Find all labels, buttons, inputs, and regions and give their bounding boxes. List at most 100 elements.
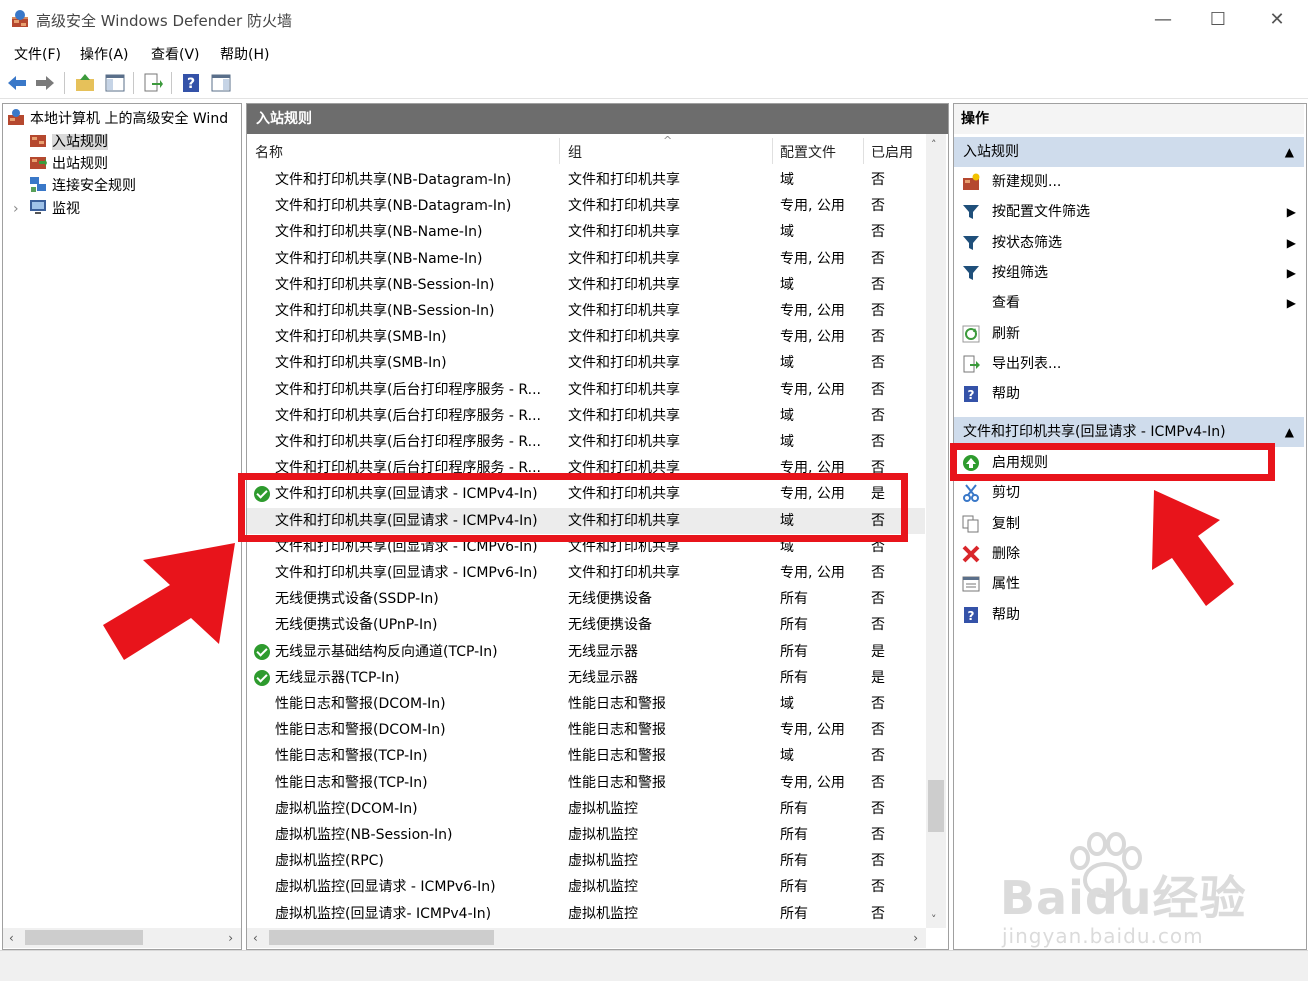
table-row[interactable]: 性能日志和警报(DCOM-In) 性能日志和警报 专用, 公用 否: [247, 717, 925, 743]
rule-group-cell: 无线便携设备: [568, 591, 652, 608]
help-icon: ?: [964, 386, 978, 403]
tree-item-monitoring[interactable]: 监视: [29, 198, 80, 220]
rule-profile-cell: 域: [780, 172, 794, 188]
action-item[interactable]: ? 帮助: [954, 380, 1304, 408]
left-horizontal-scrollbar[interactable]: ‹ ›: [3, 928, 241, 948]
action-item[interactable]: 按组筛选 ▶: [954, 259, 1304, 287]
rule-group-cell: 文件和打印机共享: [568, 224, 680, 241]
filter-icon: [963, 235, 979, 250]
table-row[interactable]: 文件和打印机共享(回显请求 - ICMPv6-In) 文件和打印机共享 专用, 公用…: [247, 560, 925, 586]
collapse-icon[interactable]: ▲: [1285, 417, 1294, 447]
action-item[interactable]: 按状态筛选 ▶: [954, 229, 1304, 257]
action-item[interactable]: 属性: [954, 570, 1304, 598]
action-item[interactable]: 剪切: [954, 479, 1304, 507]
table-row[interactable]: 文件和打印机共享(NB-Session-In) 文件和打印机共享 域 否: [247, 272, 925, 298]
rule-profile-cell: 所有: [780, 800, 808, 817]
rule-enabled-cell: 否: [871, 696, 885, 712]
scroll-thumb[interactable]: [25, 930, 143, 945]
rule-group-cell: 文件和打印机共享: [568, 434, 680, 450]
rule-name-cell: 性能日志和警报(DCOM-In): [275, 696, 446, 712]
menu-action[interactable]: 操作(A): [80, 44, 129, 64]
table-row[interactable]: 文件和打印机共享(NB-Name-In) 文件和打印机共享 专用, 公用 否: [247, 246, 925, 272]
table-row[interactable]: 无线便携式设备(SSDP-In) 无线便携设备 所有 否: [247, 586, 925, 612]
rule-name-cell: 文件和打印机共享(NB-Datagram-In): [275, 198, 512, 215]
forward-arrow-icon[interactable]: [34, 72, 56, 94]
table-row[interactable]: 虚拟机监控(NB-Session-In) 虚拟机监控 所有 否: [247, 822, 925, 848]
table-row[interactable]: 文件和打印机共享(SMB-In) 文件和打印机共享 专用, 公用 否: [247, 324, 925, 350]
watermark-brand: Baidu经验: [1000, 871, 1247, 925]
table-row[interactable]: 文件和打印机共享(后台打印程序服务 - R... 文件和打印机共享 域 否: [247, 429, 925, 455]
rule-profile-cell: 域: [780, 434, 794, 450]
rule-profile-cell: 所有: [780, 879, 808, 896]
column-divider[interactable]: [863, 138, 864, 164]
table-row[interactable]: 虚拟机监控(回显请求- ICMPv4-In) 虚拟机监控 所有 否: [247, 901, 925, 927]
tree-item-outbound-rules[interactable]: 出站规则: [29, 153, 108, 175]
table-row[interactable]: 文件和打印机共享(NB-Datagram-In) 文件和打印机共享 域 否: [247, 167, 925, 193]
action-item[interactable]: 导出列表...: [954, 350, 1304, 378]
tree-item-connection-security-rules[interactable]: 连接安全规则: [29, 175, 136, 197]
action-item[interactable]: 新建规则...: [954, 168, 1304, 196]
table-row[interactable]: 文件和打印机共享(NB-Datagram-In) 文件和打印机共享 专用, 公用 否: [247, 193, 925, 219]
tree-root[interactable]: 本地计算机 上的高级安全 Wind: [7, 108, 228, 130]
back-arrow-icon[interactable]: [6, 72, 28, 94]
table-row[interactable]: 虚拟机监控(RPC) 虚拟机监控 所有 否: [247, 848, 925, 874]
column-divider[interactable]: [772, 138, 773, 164]
column-header-enabled[interactable]: 已启用: [871, 142, 913, 162]
rule-group-cell: 虚拟机监控: [568, 853, 638, 870]
rule-group-cell: 性能日志和警报: [568, 748, 666, 765]
rule-profile-cell: 所有: [780, 853, 808, 870]
rule-name-cell: 虚拟机监控(回显请求 - ICMPv6-In): [275, 879, 496, 896]
export-list-icon[interactable]: [142, 72, 164, 94]
show-hide-action-pane-icon[interactable]: [210, 72, 232, 94]
action-item[interactable]: ? 帮助: [954, 601, 1304, 629]
table-row[interactable]: 虚拟机监控(回显请求 - ICMPv6-In) 虚拟机监控 所有 否: [247, 874, 925, 900]
table-row[interactable]: 性能日志和警报(TCP-In) 性能日志和警报 域 否: [247, 743, 925, 769]
action-item[interactable]: 复制: [954, 510, 1304, 538]
action-label: 查看: [992, 295, 1020, 312]
table-row[interactable]: 无线便携式设备(UPnP-In) 无线便携设备 所有 否: [247, 612, 925, 638]
tree-expander-icon[interactable]: ›: [13, 198, 19, 220]
table-row[interactable]: 性能日志和警报(TCP-In) 性能日志和警报 专用, 公用 否: [247, 770, 925, 796]
menu-help[interactable]: 帮助(H): [220, 44, 269, 64]
column-divider[interactable]: [559, 138, 560, 164]
help-icon[interactable]: ?: [180, 72, 202, 94]
rule-enabled-cell: 否: [871, 276, 885, 293]
rules-horizontal-scrollbar[interactable]: ‹ ›: [247, 928, 926, 948]
maximize-button[interactable]: ☐: [1206, 8, 1230, 32]
table-row[interactable]: 文件和打印机共享(后台打印程序服务 - R... 文件和打印机共享 域 否: [247, 403, 925, 429]
close-button[interactable]: ✕: [1265, 8, 1289, 32]
rule-profile-cell: 域: [780, 276, 794, 293]
scroll-thumb[interactable]: [269, 930, 494, 945]
table-row[interactable]: 文件和打印机共享(SMB-In) 文件和打印机共享 域 否: [247, 350, 925, 376]
show-hide-tree-icon[interactable]: [104, 72, 126, 94]
column-header-name[interactable]: 名称: [255, 142, 283, 162]
table-row[interactable]: 文件和打印机共享(NB-Session-In) 文件和打印机共享 专用, 公用 否: [247, 298, 925, 324]
rule-profile-cell: 专用, 公用: [780, 565, 845, 581]
column-header-group[interactable]: 组: [568, 142, 582, 162]
rules-vertical-scrollbar[interactable]: ˄ ˅: [926, 134, 946, 928]
scroll-thumb[interactable]: [928, 780, 944, 832]
rule-profile-cell: 专用, 公用: [780, 774, 845, 791]
table-row[interactable]: 无线显示基础结构反向通道(TCP-In) 无线显示器 所有 是: [247, 639, 925, 665]
up-folder-icon[interactable]: [74, 72, 96, 94]
action-item[interactable]: 按配置文件筛选 ▶: [954, 198, 1304, 226]
firewall-icon: [8, 109, 24, 125]
annotation-arrow-left: [103, 543, 235, 660]
action-item[interactable]: 删除: [954, 540, 1304, 568]
rule-enabled-cell: 否: [871, 879, 885, 896]
table-row[interactable]: 文件和打印机共享(后台打印程序服务 - R... 文件和打印机共享 专用, 公用 否: [247, 377, 925, 403]
rule-group-cell: 虚拟机监控: [568, 827, 638, 843]
action-item[interactable]: 查看 ▶: [954, 289, 1304, 317]
menu-view[interactable]: 查看(V): [151, 44, 200, 64]
actions-section-inbound-rules[interactable]: 入站规则 ▲: [954, 137, 1304, 167]
tree-item-inbound-rules[interactable]: 入站规则: [29, 131, 108, 153]
menu-file[interactable]: 文件(F): [14, 44, 61, 64]
minimize-button[interactable]: —: [1151, 8, 1175, 32]
collapse-icon[interactable]: ▲: [1285, 137, 1294, 167]
action-item[interactable]: 刷新: [954, 320, 1304, 348]
column-header-profile[interactable]: 配置文件: [780, 142, 836, 162]
table-row[interactable]: 性能日志和警报(DCOM-In) 性能日志和警报 域 否: [247, 691, 925, 717]
table-row[interactable]: 虚拟机监控(DCOM-In) 虚拟机监控 所有 否: [247, 796, 925, 822]
table-row[interactable]: 无线显示器(TCP-In) 无线显示器 所有 是: [247, 665, 925, 691]
table-row[interactable]: 文件和打印机共享(NB-Name-In) 文件和打印机共享 域 否: [247, 219, 925, 245]
